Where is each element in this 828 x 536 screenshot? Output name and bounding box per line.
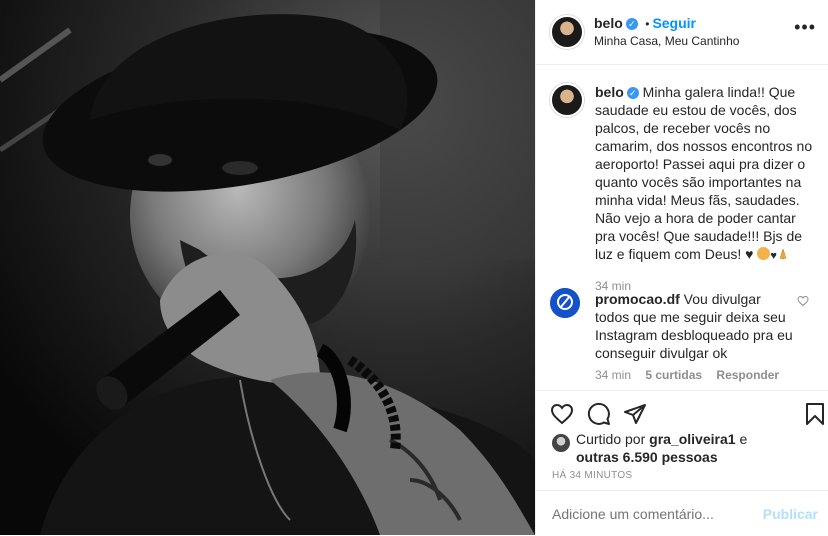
post-side-panel: belo ✓ • Seguir Minha Casa, Meu Cantinho •…: [535, 0, 828, 535]
praying-hands-icon: [777, 246, 789, 260]
separator-dot: •: [645, 17, 650, 31]
likes-summary: Curtido por gra_oliveira1 e outras 6.590…: [576, 430, 747, 466]
comment-like-icon[interactable]: [797, 294, 809, 312]
commenter-avatar[interactable]: [550, 288, 580, 318]
liked-by-user[interactable]: gra_oliveira1: [649, 431, 735, 447]
comment-bubble-icon[interactable]: [587, 402, 611, 431]
share-send-icon[interactable]: [623, 402, 647, 431]
liker-avatar[interactable]: [552, 434, 570, 452]
verified-badge-icon: ✓: [625, 17, 638, 30]
caption-username[interactable]: belo: [595, 84, 624, 100]
author-line: belo ✓ • Seguir: [594, 15, 696, 33]
verified-badge-icon: ✓: [626, 87, 639, 100]
comment-input[interactable]: [550, 505, 754, 523]
reply-button[interactable]: Responder: [716, 368, 779, 382]
singer-photo: [0, 0, 535, 535]
comment-time: 34 min: [595, 368, 632, 382]
liked-by-and: e: [739, 431, 748, 447]
emoji-face-icon: [757, 247, 771, 260]
comment-username[interactable]: promocao.df: [595, 291, 680, 307]
post-photo[interactable]: [0, 0, 535, 535]
post-timestamp[interactable]: HÁ 34 MINUTOS: [552, 470, 632, 481]
follow-button[interactable]: Seguir: [652, 15, 696, 31]
author-avatar[interactable]: [550, 15, 584, 49]
liked-by-prefix: Curtido por: [576, 431, 646, 447]
comment-likes-count[interactable]: 5 curtidas: [645, 368, 702, 382]
more-options-icon[interactable]: •••: [794, 18, 816, 36]
author-username[interactable]: belo: [594, 15, 623, 31]
likes-others-count[interactable]: outras 6.590 pessoas: [576, 449, 718, 465]
commenter-logo-icon: [550, 288, 580, 318]
comments-section[interactable]: belo ✓ Minha galera linda!! Que saudade e…: [536, 64, 828, 390]
post-header: belo ✓ • Seguir Minha Casa, Meu Cantinho •…: [536, 0, 828, 65]
caption-author-avatar[interactable]: [550, 83, 584, 117]
caption: belo ✓ Minha galera linda!! Que saudade e…: [595, 83, 817, 295]
add-comment-bar: Publicar: [536, 490, 828, 536]
save-bookmark-icon[interactable]: [804, 402, 826, 431]
comment-body: promocao.df Vou divulgar todos que me se…: [595, 290, 795, 362]
publish-button[interactable]: Publicar: [763, 506, 818, 522]
comment-meta: 34 min 5 curtidas Responder: [595, 368, 779, 382]
post-location[interactable]: Minha Casa, Meu Cantinho: [594, 34, 739, 48]
caption-text: Minha galera linda!! Que saudade eu esto…: [595, 84, 813, 262]
like-heart-icon[interactable]: [550, 402, 574, 431]
